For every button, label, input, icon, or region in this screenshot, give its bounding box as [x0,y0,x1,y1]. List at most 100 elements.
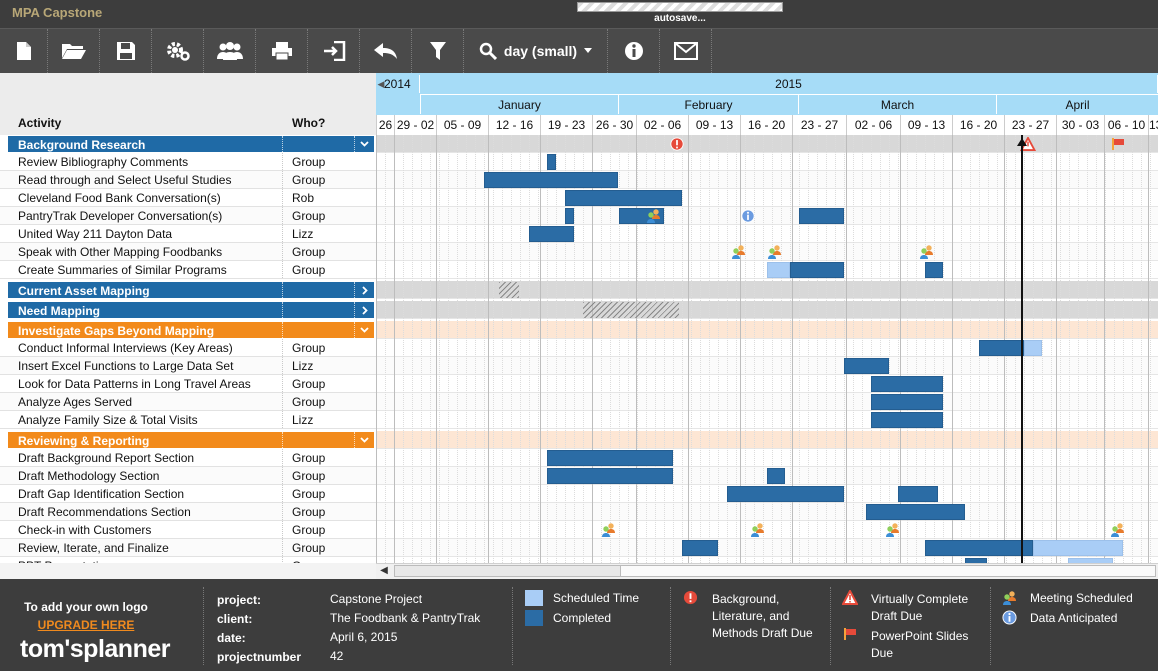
completed-bar[interactable] [529,226,574,242]
completed-bar[interactable] [682,540,718,556]
collapse-chevron-icon[interactable] [354,322,374,338]
completed-bar[interactable] [547,154,556,170]
task-row[interactable]: Check-in with Customers Group [0,521,376,539]
meeting-icon[interactable] [750,522,766,538]
upgrade-link[interactable]: UPGRADE HERE [0,618,172,632]
day-gridline [421,135,422,563]
meeting-icon[interactable] [646,208,662,224]
task-row[interactable]: Draft Recommendations Section Group [0,503,376,521]
week-gridline [1148,135,1149,563]
group-row[interactable]: Current Asset Mapping [8,282,374,298]
column-header-activity[interactable]: Activity [18,116,61,130]
open-button[interactable] [48,29,100,73]
completed-bar[interactable] [898,486,938,502]
completed-bar[interactable] [925,540,1033,556]
completed-bar[interactable] [866,504,965,520]
scrollbar-thumb[interactable] [395,566,621,576]
print-button[interactable] [256,29,308,73]
completed-bar[interactable] [565,190,682,206]
task-row[interactable]: Look for Data Patterns in Long Travel Ar… [0,375,376,393]
completed-bar[interactable] [727,486,844,502]
task-row[interactable]: United Way 211 Dayton Data Lizz [0,225,376,243]
completed-bar[interactable] [790,262,844,278]
completed-bar[interactable] [871,394,943,410]
scheduled-bar[interactable] [767,262,790,278]
info-button[interactable] [608,29,660,73]
task-row[interactable]: Review Bibliography Comments Group [0,153,376,171]
scroll-left-arrow-icon[interactable]: ◀ [378,565,390,577]
info-circle-icon[interactable] [740,208,756,224]
meeting-icon[interactable] [885,522,901,538]
view-zoom-select[interactable]: day (small) [464,29,608,73]
meeting-icon[interactable] [601,522,617,538]
day-gridline [448,135,449,563]
horizontal-scrollbar[interactable]: ◀ [376,563,1158,579]
timeline-back-arrow-icon[interactable]: ◀ [377,78,385,90]
meeting-icon[interactable] [1110,522,1126,538]
completed-bar[interactable] [484,172,618,188]
task-row[interactable]: Create Summaries of Similar Programs Grou… [0,261,376,279]
day-gridline [412,135,413,563]
completed-bar[interactable] [547,450,673,466]
undo-button[interactable] [360,29,412,73]
task-row[interactable]: Insert Excel Functions to Large Data Set… [0,357,376,375]
alert-circle-icon[interactable] [669,136,685,152]
group-row[interactable]: Reviewing & Reporting [8,432,374,448]
task-row[interactable]: Speak with Other Mapping Foodbanks Group [0,243,376,261]
task-activity: Analyze Ages Served [18,395,133,409]
meeting-icon[interactable] [919,244,935,260]
column-header-who[interactable]: Who? [292,116,325,130]
week-gridline [952,135,953,563]
group-row[interactable]: Background Research [8,136,374,152]
group-row[interactable]: Investigate Gaps Beyond Mapping [8,322,374,338]
completed-bar[interactable] [925,262,943,278]
completed-bar[interactable] [871,412,943,428]
expand-chevron-icon[interactable] [354,282,374,298]
task-row[interactable]: Cleveland Food Bank Conversation(s) Rob [0,189,376,207]
group-row[interactable]: Need Mapping [8,302,374,318]
print-icon [271,42,292,61]
scheduled-bar[interactable] [1024,340,1042,356]
completed-bar[interactable] [565,208,574,224]
collapse-chevron-icon[interactable] [354,136,374,152]
users-button[interactable] [204,29,256,73]
meeting-icon[interactable] [731,244,747,260]
task-assignee: Group [292,469,326,483]
task-row[interactable]: Draft Background Report Section Group [0,449,376,467]
task-assignee: Group [292,341,326,355]
week-label: 30 - 03 [1056,115,1104,135]
week-label: 23 - 27 [792,115,846,135]
task-row[interactable]: Read through and Select Useful Studies Gr… [0,171,376,189]
task-row[interactable]: Analyze Ages Served Group [0,393,376,411]
completed-bar[interactable] [844,358,889,374]
collapse-chevron-icon[interactable] [354,432,374,448]
completed-bar[interactable] [871,376,943,392]
scrollbar-track[interactable] [394,565,1156,577]
settings-button[interactable] [152,29,204,73]
task-row[interactable]: PantryTrak Developer Conversation(s) Grou… [0,207,376,225]
expand-chevron-icon[interactable] [354,302,374,318]
save-button[interactable] [100,29,152,73]
collapsed-summary-bar[interactable] [499,282,519,298]
new-file-button[interactable] [0,29,48,73]
task-row[interactable]: Review, Iterate, and Finalize Group [0,539,376,557]
scheduled-bar[interactable] [1033,540,1123,556]
completed-bar[interactable] [799,208,844,224]
completed-bar[interactable] [979,340,1024,356]
completed-bar[interactable] [547,468,673,484]
flag-icon[interactable] [1110,136,1126,152]
completed-bar[interactable] [767,468,785,484]
day-gridline [1123,135,1124,563]
filter-button[interactable] [412,29,464,73]
export-button[interactable] [308,29,360,73]
collapsed-summary-bar[interactable] [583,302,679,318]
week-label: 09 - 13 [688,115,740,135]
task-row[interactable]: Draft Gap Identification Section Group [0,485,376,503]
alert-circle-icon [683,590,698,605]
task-row[interactable]: Conduct Informal Interviews (Key Areas) G… [0,339,376,357]
email-button[interactable] [660,29,712,73]
task-row[interactable]: Analyze Family Size & Total Visits Lizz [0,411,376,429]
column-divider [282,485,283,502]
task-row[interactable]: Draft Methodology Section Group [0,467,376,485]
meeting-icon[interactable] [767,244,783,260]
